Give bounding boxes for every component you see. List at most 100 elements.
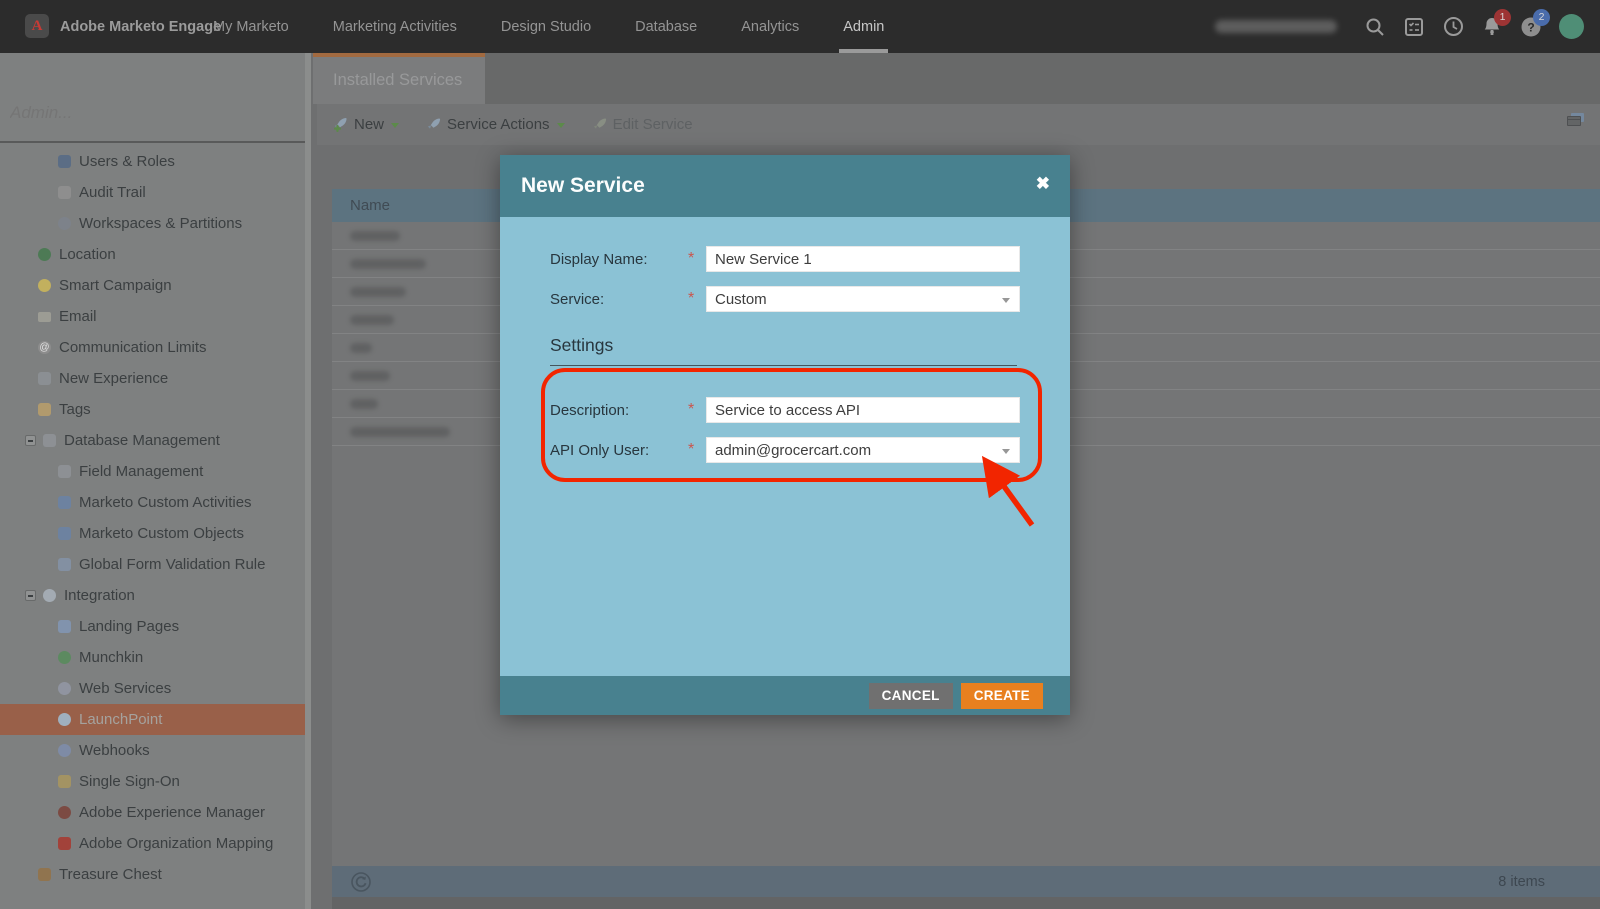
sidebar-item-launchpoint[interactable]: LaunchPoint xyxy=(0,704,305,735)
nav-item-analytics[interactable]: Analytics xyxy=(741,0,799,53)
nav-item-marketing-activities[interactable]: Marketing Activities xyxy=(333,0,457,53)
sidebar-item-marketo-custom-activities[interactable]: Marketo Custom Activities xyxy=(0,487,305,518)
nav-item-database[interactable]: Database xyxy=(635,0,697,53)
grid-status-bar: 8 items xyxy=(332,866,1600,897)
notifications-bell-icon[interactable]: 1 xyxy=(1481,16,1503,38)
close-icon[interactable]: ✖ xyxy=(1036,174,1050,194)
landing-pages-icon xyxy=(58,620,71,633)
sidebar-item-marketo-custom-objects[interactable]: Marketo Custom Objects xyxy=(0,518,305,549)
sidebar-item-web-services[interactable]: Web Services xyxy=(0,673,305,704)
admin-tree: Users & Roles Audit Trail Workspaces & Par… xyxy=(0,146,305,890)
cancel-button[interactable]: CANCEL xyxy=(869,683,953,709)
tasks-checklist-icon[interactable] xyxy=(1403,16,1425,38)
nav-menu: My Marketo Marketing Activities Design Stu… xyxy=(213,0,884,53)
sidebar-item-label: Smart Campaign xyxy=(59,277,172,294)
nav-right-cluster: 1 ? 2 xyxy=(1215,0,1584,53)
nav-item-my-marketo[interactable]: My Marketo xyxy=(213,0,289,53)
sidebar-item-communication-limits[interactable]: @Communication Limits xyxy=(0,332,305,363)
redacted-row-text xyxy=(350,259,426,269)
sidebar-item-label: Location xyxy=(59,246,116,263)
sidebar-item-tags[interactable]: Tags xyxy=(0,394,305,425)
redacted-row-text xyxy=(350,343,372,353)
collapse-icon[interactable] xyxy=(25,590,36,601)
sidebar-item-landing-pages[interactable]: Landing Pages xyxy=(0,611,305,642)
rocket-plus-icon xyxy=(332,116,349,133)
panel-window-icon[interactable] xyxy=(1567,113,1584,126)
new-button[interactable]: New xyxy=(332,116,399,133)
sidebar-item-integration[interactable]: Integration xyxy=(0,580,305,611)
sidebar-item-workspaces-partitions[interactable]: Workspaces & Partitions xyxy=(0,208,305,239)
admin-filter-input[interactable] xyxy=(10,103,290,123)
required-asterisk: * xyxy=(688,250,706,268)
integration-icon xyxy=(43,589,56,602)
help-badge: 2 xyxy=(1533,9,1550,26)
history-clock-icon[interactable] xyxy=(1442,16,1464,38)
tab-strip: Installed Services xyxy=(317,53,1600,104)
api-only-user-row: API Only User: * admin@grocercart.com xyxy=(550,437,1042,463)
description-input[interactable] xyxy=(706,397,1020,423)
help-icon[interactable]: ? 2 xyxy=(1520,16,1542,38)
sidebar-item-smart-campaign[interactable]: Smart Campaign xyxy=(0,270,305,301)
sidebar-item-label: LaunchPoint xyxy=(79,711,162,728)
sidebar-item-audit-trail[interactable]: Audit Trail xyxy=(0,177,305,208)
audit-trail-icon xyxy=(58,186,71,199)
required-asterisk: * xyxy=(688,290,706,308)
sidebar-item-label: Web Services xyxy=(79,680,171,697)
sidebar-item-label: Communication Limits xyxy=(59,339,207,356)
collapse-icon[interactable] xyxy=(25,435,36,446)
refresh-icon[interactable] xyxy=(350,871,372,893)
sidebar-item-location[interactable]: Location xyxy=(0,239,305,270)
sidebar-item-label: Adobe Organization Mapping xyxy=(79,835,273,852)
description-row: Description: * xyxy=(550,397,1042,423)
new-service-dialog: New Service ✖ Display Name: * Service: *… xyxy=(500,155,1070,715)
sidebar-item-adobe-organization-mapping[interactable]: Adobe Organization Mapping xyxy=(0,828,305,859)
sidebar-item-label: Adobe Experience Manager xyxy=(79,804,265,821)
sidebar-item-database-management[interactable]: Database Management xyxy=(0,425,305,456)
search-icon[interactable] xyxy=(1364,16,1386,38)
sidebar-item-label: Audit Trail xyxy=(79,184,146,201)
sidebar-item-webhooks[interactable]: Webhooks xyxy=(0,735,305,766)
adobe-logo[interactable]: A xyxy=(25,14,49,38)
display-name-input[interactable] xyxy=(706,246,1020,272)
dialog-header: New Service ✖ xyxy=(500,155,1070,217)
nav-item-admin[interactable]: Admin xyxy=(843,0,884,53)
redacted-row-text xyxy=(350,371,390,381)
sidebar-item-treasure-chest[interactable]: Treasure Chest xyxy=(0,859,305,890)
munchkin-icon xyxy=(58,651,71,664)
create-button[interactable]: CREATE xyxy=(961,683,1043,709)
custom-objects-icon xyxy=(58,527,71,540)
description-label: Description: xyxy=(550,402,688,419)
new-experience-icon xyxy=(38,372,51,385)
sidebar-item-single-sign-on[interactable]: Single Sign-On xyxy=(0,766,305,797)
edit-service-button[interactable]: Edit Service xyxy=(591,116,693,133)
sidebar-item-label: Database Management xyxy=(64,432,220,449)
service-row: Service: * Custom xyxy=(550,286,1042,312)
api-only-user-dropdown[interactable]: admin@grocercart.com xyxy=(706,437,1020,463)
sidebar-item-field-management[interactable]: Field Management xyxy=(0,456,305,487)
service-dropdown[interactable]: Custom xyxy=(706,286,1020,312)
display-name-row: Display Name: * xyxy=(550,246,1042,272)
smart-campaign-icon xyxy=(38,279,51,292)
sidebar-item-global-form-validation-rule[interactable]: Global Form Validation Rule xyxy=(0,549,305,580)
sidebar-item-munchkin[interactable]: Munchkin xyxy=(0,642,305,673)
sidebar-divider xyxy=(0,141,305,143)
items-count: 8 items xyxy=(1498,874,1545,890)
tab-installed-services[interactable]: Installed Services xyxy=(313,53,485,104)
admin-sidebar: Users & Roles Audit Trail Workspaces & Par… xyxy=(0,53,311,909)
chevron-down-icon xyxy=(391,123,399,128)
sidebar-item-email[interactable]: Email xyxy=(0,301,305,332)
sidebar-item-label: Treasure Chest xyxy=(59,866,162,883)
required-asterisk: * xyxy=(688,401,706,419)
nav-item-design-studio[interactable]: Design Studio xyxy=(501,0,591,53)
sidebar-item-new-experience[interactable]: New Experience xyxy=(0,363,305,394)
sidebar-item-label: Field Management xyxy=(79,463,203,480)
sidebar-item-users-roles[interactable]: Users & Roles xyxy=(0,146,305,177)
sidebar-item-label: Marketo Custom Activities xyxy=(79,494,252,511)
user-avatar[interactable] xyxy=(1559,14,1584,39)
service-actions-button[interactable]: Service Actions xyxy=(425,116,565,133)
form-validation-icon xyxy=(58,558,71,571)
dialog-footer: CANCEL CREATE xyxy=(500,676,1070,715)
database-icon xyxy=(43,434,56,447)
redacted-row-text xyxy=(350,399,378,409)
sidebar-item-adobe-experience-manager[interactable]: Adobe Experience Manager xyxy=(0,797,305,828)
